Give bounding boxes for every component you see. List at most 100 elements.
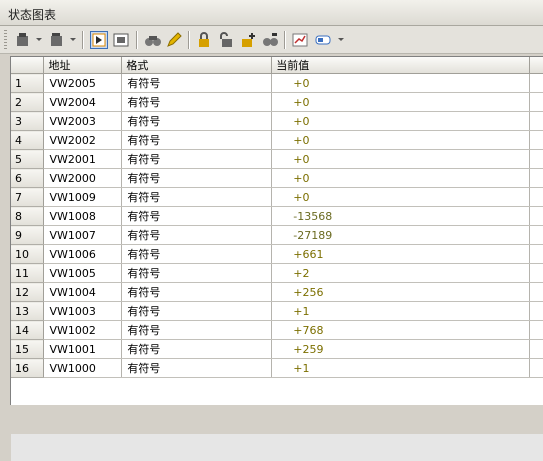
row-number-cell[interactable]: 7 [11, 187, 45, 207]
new-value-cell[interactable] [529, 187, 543, 207]
table-row[interactable]: 6 VW2000 有符号 +0 [11, 168, 543, 188]
address-cell[interactable]: VW1001 [43, 339, 123, 359]
table-row[interactable]: 9 VW1007 有符号 -27189 [11, 225, 543, 245]
row-number-cell[interactable]: 3 [11, 111, 45, 131]
table-row[interactable]: 5 VW2001 有符号 +0 [11, 149, 543, 169]
row-number-cell[interactable]: 6 [11, 168, 45, 188]
format-cell[interactable]: 有符号 [121, 358, 273, 378]
address-cell[interactable]: VW2001 [43, 149, 123, 169]
address-cell[interactable]: VW1003 [43, 301, 123, 321]
format-cell[interactable]: 有符号 [121, 130, 273, 150]
address-cell[interactable]: VW1009 [43, 187, 123, 207]
lock-button[interactable] [195, 31, 213, 49]
table-row[interactable]: 4 VW2002 有符号 +0 [11, 130, 543, 150]
table-row[interactable]: 13 VW1003 有符号 +1 [11, 301, 543, 321]
new-value-cell[interactable] [529, 111, 543, 131]
format-cell[interactable]: 有符号 [121, 282, 273, 302]
trend-view-button[interactable] [90, 31, 108, 49]
table-row[interactable]: 7 VW1009 有符号 +0 [11, 187, 543, 207]
address-cell[interactable]: VW1007 [43, 225, 123, 245]
table-row[interactable]: 11 VW1005 有符号 +2 [11, 263, 543, 283]
format-cell[interactable]: 有符号 [121, 263, 273, 283]
unlock-button[interactable] [217, 31, 235, 49]
new-value-cell[interactable] [529, 339, 543, 359]
table-row[interactable]: 15 VW1001 有符号 +259 [11, 339, 543, 359]
table-view-button[interactable] [112, 31, 130, 49]
row-number-cell[interactable]: 14 [11, 320, 45, 340]
format-cell[interactable]: 有符号 [121, 92, 273, 112]
row-number-cell[interactable]: 8 [11, 206, 45, 226]
new-value-cell[interactable] [529, 263, 543, 283]
new-value-cell[interactable] [529, 149, 543, 169]
force-button[interactable] [239, 31, 257, 49]
format-cell[interactable]: 有符号 [121, 168, 273, 188]
address-column-header[interactable]: 地址 [43, 57, 123, 74]
new-value-cell[interactable] [529, 92, 543, 112]
new-value-cell[interactable] [529, 130, 543, 150]
address-cell[interactable]: VW1005 [43, 263, 123, 283]
format-cell[interactable]: 有符号 [121, 225, 273, 245]
delete-dropdown-arrow[interactable] [70, 38, 76, 41]
write-button[interactable] [165, 31, 183, 49]
insert-dropdown-arrow[interactable] [36, 38, 42, 41]
new-value-cell[interactable] [529, 244, 543, 264]
row-number-cell[interactable]: 9 [11, 225, 45, 245]
new-value-cell[interactable] [529, 168, 543, 188]
table-row[interactable]: 2 VW2004 有符号 +0 [11, 92, 543, 112]
row-number-cell[interactable]: 1 [11, 73, 45, 93]
table-row[interactable]: 14 VW1002 有符号 +768 [11, 320, 543, 340]
format-cell[interactable]: 有符号 [121, 320, 273, 340]
address-cell[interactable]: VW2000 [43, 168, 123, 188]
format-cell[interactable]: 有符号 [121, 73, 273, 93]
format-cell[interactable]: 有符号 [121, 244, 273, 264]
unforce-button[interactable] [261, 31, 279, 49]
format-cell[interactable]: 有符号 [121, 111, 273, 131]
row-number-cell[interactable]: 15 [11, 339, 45, 359]
address-cell[interactable]: VW1000 [43, 358, 123, 378]
delete-row-button[interactable] [48, 31, 66, 49]
format-cell[interactable]: 有符号 [121, 149, 273, 169]
row-number-header[interactable] [11, 57, 45, 74]
address-cell[interactable]: VW1004 [43, 282, 123, 302]
insert-row-button[interactable] [14, 31, 32, 49]
display-format-button[interactable] [314, 31, 332, 49]
new-value-cell[interactable] [529, 282, 543, 302]
table-row[interactable]: 12 VW1004 有符号 +256 [11, 282, 543, 302]
table-row[interactable]: 10 VW1006 有符号 +661 [11, 244, 543, 264]
single-read-button[interactable] [144, 31, 162, 49]
format-cell[interactable]: 有符号 [121, 301, 273, 321]
new-value-cell[interactable] [529, 73, 543, 93]
new-value-cell[interactable] [529, 320, 543, 340]
new-value-cell[interactable] [529, 301, 543, 321]
address-cell[interactable]: VW2002 [43, 130, 123, 150]
new-value-cell[interactable] [529, 225, 543, 245]
row-number-cell[interactable]: 5 [11, 149, 45, 169]
format-cell[interactable]: 有符号 [121, 339, 273, 359]
address-cell[interactable]: VW1006 [43, 244, 123, 264]
row-number-cell[interactable]: 13 [11, 301, 45, 321]
new-value-cell[interactable] [529, 206, 543, 226]
address-cell[interactable]: VW1002 [43, 320, 123, 340]
toolbar-grip[interactable] [4, 30, 7, 50]
format-dropdown-arrow[interactable] [338, 38, 344, 41]
format-column-header[interactable]: 格式 [121, 57, 273, 74]
table-row[interactable]: 1 VW2005 有符号 +0 [11, 73, 543, 93]
row-number-cell[interactable]: 16 [11, 358, 45, 378]
address-cell[interactable]: VW2003 [43, 111, 123, 131]
chart-button[interactable] [291, 31, 309, 49]
row-number-cell[interactable]: 11 [11, 263, 45, 283]
address-cell[interactable]: VW2005 [43, 73, 123, 93]
row-number-cell[interactable]: 12 [11, 282, 45, 302]
table-row[interactable]: 8 VW1008 有符号 -13568 [11, 206, 543, 226]
table-row[interactable]: 3 VW2003 有符号 +0 [11, 111, 543, 131]
table-row[interactable]: 16 VW1000 有符号 +1 [11, 358, 543, 378]
new-value-column-header[interactable] [529, 57, 543, 74]
row-number-cell[interactable]: 2 [11, 92, 45, 112]
address-cell[interactable]: VW2004 [43, 92, 123, 112]
address-cell[interactable]: VW1008 [43, 206, 123, 226]
new-value-cell[interactable] [529, 358, 543, 378]
row-number-cell[interactable]: 4 [11, 130, 45, 150]
row-number-cell[interactable]: 10 [11, 244, 45, 264]
format-cell[interactable]: 有符号 [121, 187, 273, 207]
current-value-column-header[interactable]: 当前值 [271, 57, 530, 74]
